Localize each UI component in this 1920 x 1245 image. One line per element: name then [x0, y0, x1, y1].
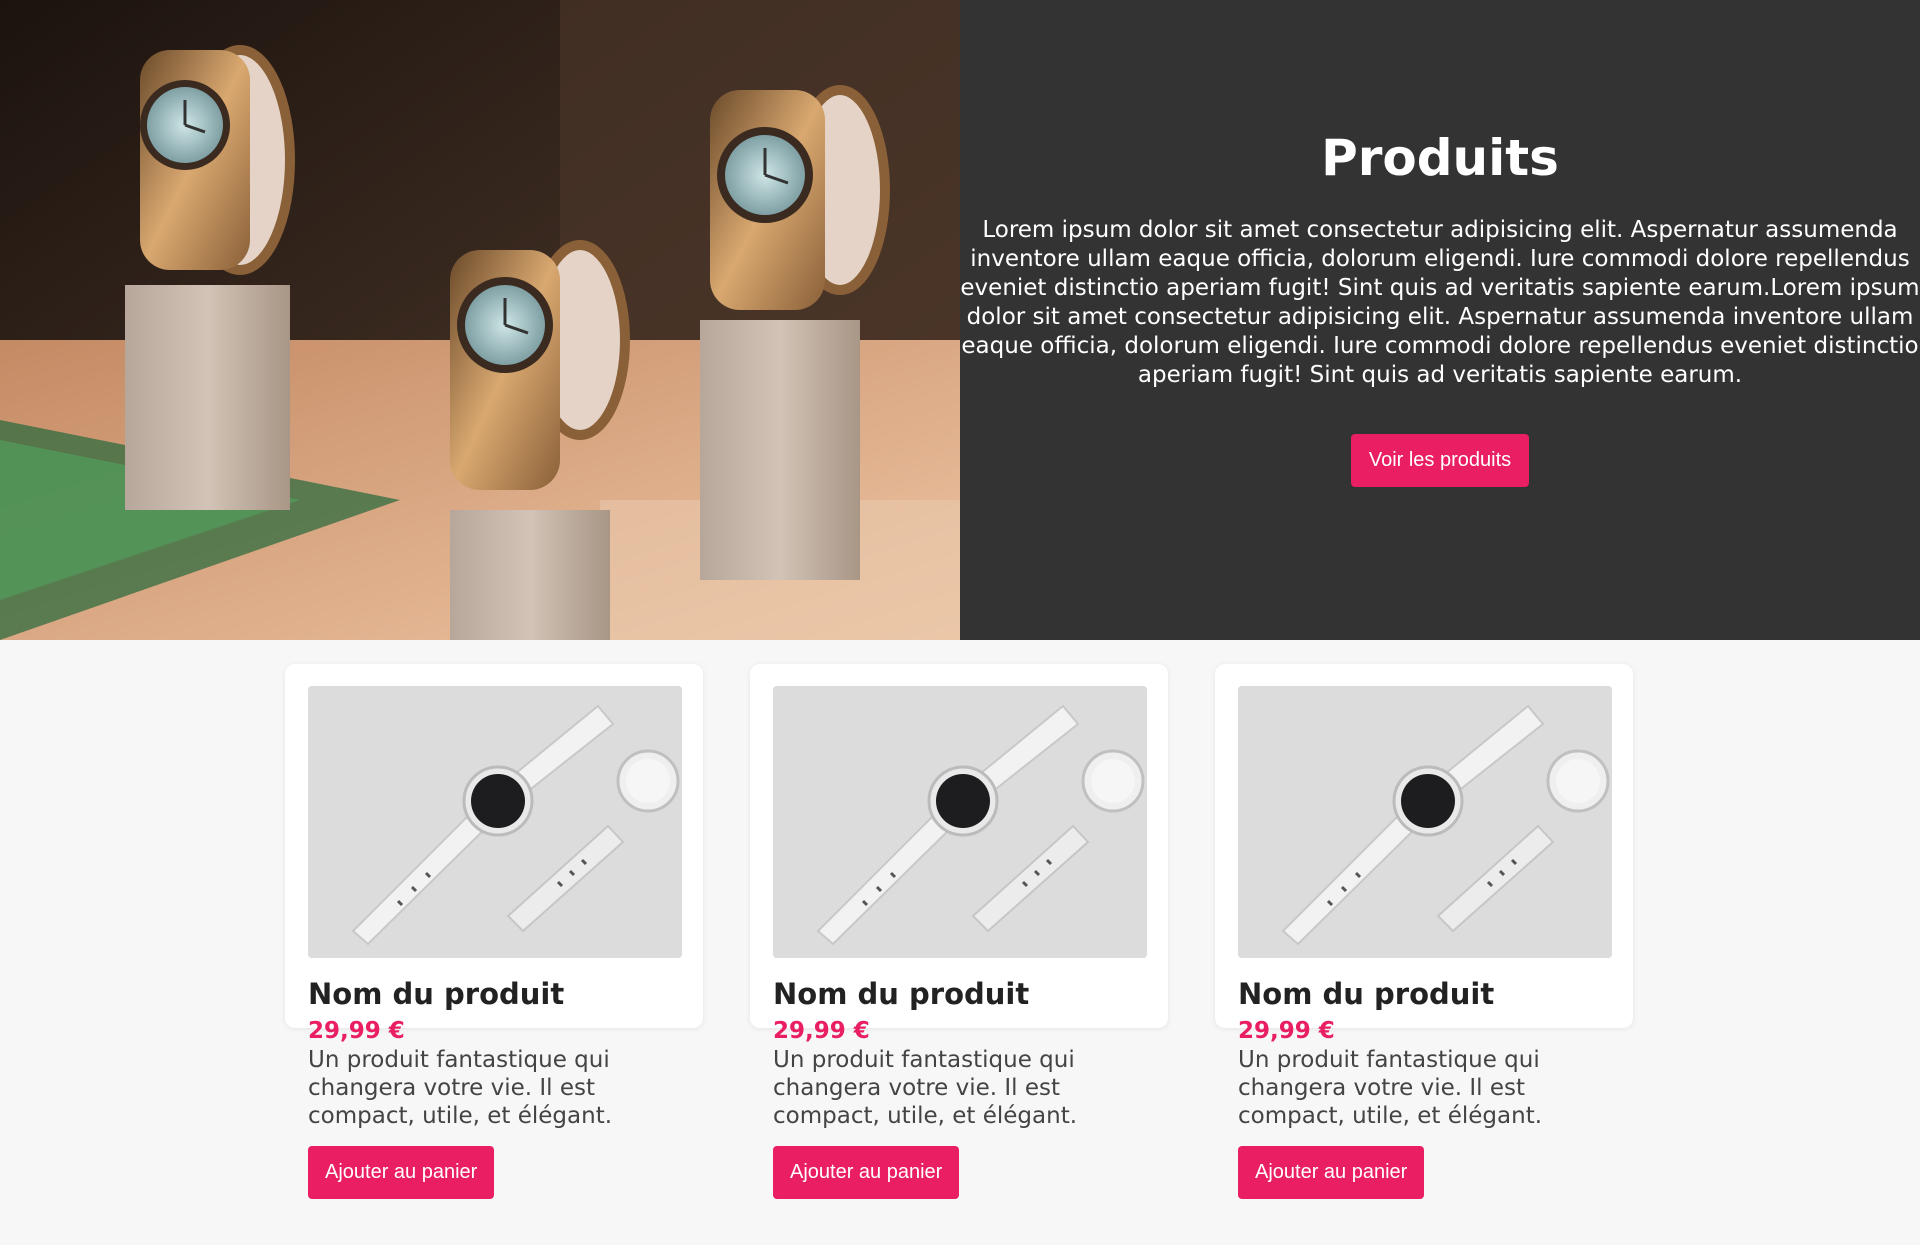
product-card: Nom du produit 29,99 € Un produit fantas… [750, 664, 1168, 1199]
product-price: 29,99 € [773, 1018, 870, 1044]
product-price: 29,99 € [308, 1018, 405, 1044]
smartwatch-image [1238, 686, 1612, 958]
smartwatch-image [773, 686, 1147, 958]
product-grid: Nom du produit 29,99 € Un produit fantas… [0, 640, 1920, 1245]
product-image [308, 686, 682, 958]
product-card: Nom du produit 29,99 € Un produit fantas… [285, 664, 703, 1199]
product-image [1238, 686, 1612, 958]
product-price: 29,99 € [1238, 1018, 1335, 1044]
product-info: Nom du produit 29,99 € Un produit fantas… [308, 976, 688, 1199]
add-to-cart-button[interactable]: Ajouter au panier [1238, 1146, 1425, 1199]
add-to-cart-button[interactable]: Ajouter au panier [773, 1146, 960, 1199]
view-products-button[interactable]: Voir les produits [1350, 434, 1530, 487]
product-name: Nom du produit [773, 977, 1030, 1011]
product-image [773, 686, 1147, 958]
add-to-cart-button[interactable]: Ajouter au panier [308, 1146, 495, 1199]
product-name: Nom du produit [1238, 977, 1495, 1011]
product-info: Nom du produit 29,99 € Un produit fantas… [1238, 976, 1618, 1199]
product-description: Un produit fantastique qui changera votr… [1238, 1047, 1543, 1129]
product-card: Nom du produit 29,99 € Un produit fantas… [1215, 664, 1633, 1199]
page-title: Produits [1321, 129, 1559, 187]
product-description: Un produit fantastique qui changera votr… [773, 1047, 1078, 1129]
smartwatch-image [308, 686, 682, 958]
product-info: Nom du produit 29,99 € Un produit fantas… [773, 976, 1153, 1199]
hero-description: Lorem ipsum dolor sit amet consectetur a… [960, 217, 1920, 388]
hero-section: Produits Lorem ipsum dolor sit amet cons… [0, 0, 1920, 640]
hero-image-watches [0, 0, 960, 640]
hero-text-panel: Produits Lorem ipsum dolor sit amet cons… [960, 0, 1920, 640]
hero-watch-display-illustration [0, 0, 960, 640]
product-description: Un produit fantastique qui changera votr… [308, 1047, 613, 1129]
product-name: Nom du produit [308, 977, 565, 1011]
